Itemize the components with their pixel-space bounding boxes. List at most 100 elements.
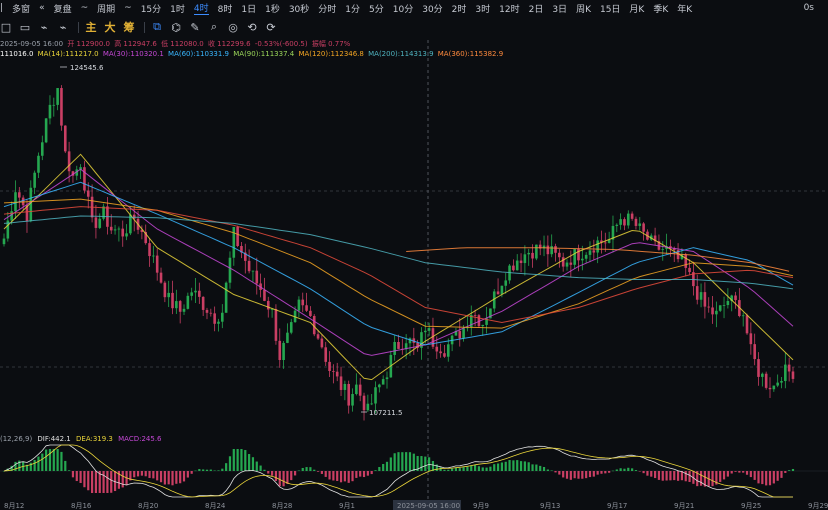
macd-bar <box>309 467 312 471</box>
macd-bar <box>462 467 465 471</box>
candle <box>565 259 569 271</box>
macd-bar <box>301 467 304 471</box>
candle <box>446 338 450 362</box>
macd-bar <box>41 453 44 471</box>
candle-body <box>198 290 201 297</box>
macd-bar <box>102 471 105 493</box>
macd-bar <box>274 471 278 481</box>
macd-bar <box>156 471 159 481</box>
candle <box>378 383 381 393</box>
macd-bar <box>554 471 557 473</box>
macd-bar <box>213 470 216 472</box>
price-chart[interactable]: 124545.6 107211.5 8月12 8月16 8月20 8月24 8月28 9月… <box>0 0 828 510</box>
candle-body <box>634 218 638 226</box>
macd-bar <box>140 471 143 476</box>
macd-bar <box>558 471 561 475</box>
x-tick-label: 9月21 <box>674 502 694 510</box>
macd-bar <box>179 471 182 484</box>
candle <box>309 306 312 318</box>
macd-bar <box>351 471 354 482</box>
macd-bar <box>638 471 641 472</box>
macd-bar <box>94 471 98 493</box>
candle <box>623 217 626 231</box>
candle-body <box>500 285 504 295</box>
macd-bar <box>332 471 335 481</box>
macd-bar <box>657 471 661 480</box>
candle <box>665 233 668 255</box>
candle-body <box>152 255 155 257</box>
candle-body <box>178 301 182 312</box>
macd-bar <box>251 457 255 471</box>
macd-bar <box>500 462 503 471</box>
candle-body <box>745 315 749 334</box>
x-tick-label: 8月24 <box>205 502 226 510</box>
macd-bar <box>585 471 588 479</box>
candle <box>63 125 67 154</box>
candle <box>607 231 611 244</box>
candle <box>362 392 366 421</box>
candle <box>286 323 289 344</box>
macd-bar <box>186 471 189 478</box>
candle <box>48 95 52 125</box>
macd-bar <box>673 471 676 481</box>
candle-body <box>282 342 285 361</box>
candle <box>784 352 787 389</box>
candle-body <box>535 244 538 259</box>
candle-body <box>435 346 439 352</box>
candle-body <box>358 384 362 396</box>
macd-bar <box>248 454 251 471</box>
macd-bar <box>263 469 266 471</box>
macd-bar <box>60 451 63 471</box>
candle <box>278 328 282 368</box>
macd-bar <box>765 471 768 486</box>
candle <box>270 308 274 318</box>
candle <box>450 334 454 352</box>
candle-body <box>224 282 228 313</box>
candle-body <box>424 330 427 333</box>
candle-body <box>715 310 718 315</box>
candle-body <box>581 258 584 261</box>
candle <box>381 375 385 385</box>
macd-bar <box>650 471 653 477</box>
macd-bar <box>768 471 772 486</box>
candle <box>695 274 699 305</box>
candle <box>236 225 239 248</box>
candle <box>259 273 262 298</box>
candle-body <box>370 403 373 405</box>
candle-body <box>642 223 645 232</box>
macd-bar <box>688 471 691 482</box>
candle-body <box>125 233 128 237</box>
macd-bar <box>209 469 212 471</box>
candle-body <box>588 250 592 255</box>
candle <box>301 292 305 313</box>
x-tick-label: 9月25 <box>741 502 761 510</box>
candle-body <box>255 270 259 284</box>
candle-body <box>213 313 216 324</box>
candle <box>768 377 772 398</box>
candle-body <box>446 344 450 357</box>
candle-body <box>527 252 531 255</box>
macd-bar <box>175 471 178 484</box>
candle-body <box>726 301 730 306</box>
macd-bar <box>397 452 400 471</box>
candle-body <box>515 260 519 271</box>
candle <box>458 318 462 347</box>
candle-body <box>209 312 213 314</box>
candle <box>638 217 642 231</box>
candle-body <box>784 364 787 382</box>
candle <box>129 206 132 236</box>
candle <box>722 296 726 319</box>
macd-bar <box>68 470 71 471</box>
macd-bar <box>316 471 320 472</box>
candle <box>787 357 791 382</box>
candle <box>339 366 343 397</box>
macd-bar <box>113 471 117 492</box>
macd-bar <box>33 459 36 471</box>
candle-body <box>378 384 381 388</box>
candle-body <box>462 328 465 339</box>
candle-body <box>86 190 90 197</box>
candle <box>592 239 596 260</box>
candle <box>228 251 232 289</box>
macd-bar <box>389 457 392 471</box>
macd-bar <box>167 471 170 485</box>
